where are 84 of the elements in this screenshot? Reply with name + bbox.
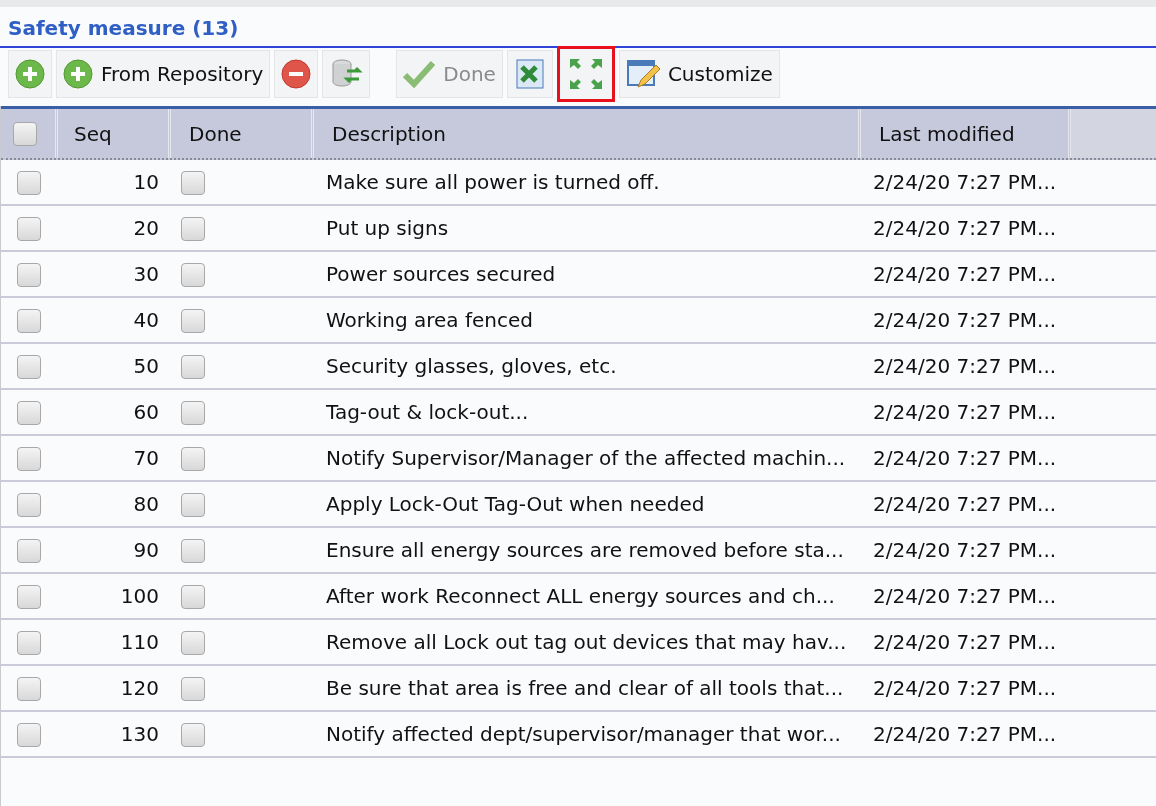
description-cell: Tag-out & lock-out... [326, 400, 529, 424]
done-checkbox[interactable] [181, 400, 205, 425]
row-checkbox[interactable] [17, 722, 41, 747]
column-header[interactable]: Done [171, 109, 314, 158]
done-checkbox[interactable] [181, 492, 205, 517]
row-checkbox[interactable] [17, 216, 41, 241]
seq-cell: 30 [133, 262, 159, 286]
seq-cell: 50 [133, 354, 159, 378]
row-checkbox[interactable] [17, 400, 41, 425]
done-checkbox[interactable] [181, 538, 205, 563]
last-modified-cell: 2/24/20 7:27 PM... [873, 354, 1057, 378]
done-checkbox[interactable] [181, 676, 205, 701]
last-modified-cell: 2/24/20 7:27 PM... [873, 538, 1057, 562]
done-checkbox[interactable] [181, 722, 205, 747]
minus-icon [281, 59, 312, 89]
description-cell: Put up signs [326, 216, 449, 240]
done-checkbox[interactable] [181, 308, 205, 333]
last-modified-cell: 2/24/20 7:27 PM... [873, 722, 1057, 746]
row-checkbox[interactable] [17, 262, 41, 287]
description-cell: Security glasses, gloves, etc. [326, 354, 617, 378]
row-checkbox[interactable] [17, 492, 41, 517]
column-header[interactable]: Description [314, 109, 861, 158]
column-header[interactable]: Seq [58, 109, 171, 158]
done-checkbox[interactable] [181, 584, 205, 609]
row-checkbox[interactable] [17, 446, 41, 471]
row-checkbox[interactable] [17, 170, 41, 195]
description-cell: Notify affected dept/supervisor/manager that wor... [326, 722, 841, 746]
select-all-checkbox[interactable] [13, 121, 37, 146]
last-modified-cell: 2/24/20 7:27 PM... [873, 170, 1057, 194]
row-checkbox[interactable] [17, 676, 41, 701]
last-modified-cell: 2/24/20 7:27 PM... [873, 492, 1057, 516]
description-cell: Remove all Lock out tag out devices that may hav... [326, 630, 847, 654]
checkmark-icon [403, 60, 436, 88]
last-modified-cell: 2/24/20 7:27 PM... [873, 308, 1057, 332]
add-button[interactable]: From Repository [56, 50, 271, 98]
plus-icon [63, 59, 93, 89]
description-cell: Notify Supervisor/Manager of the affected machin... [326, 446, 846, 470]
seq-cell: 110 [120, 630, 159, 654]
last-modified-cell: 2/24/20 7:27 PM... [873, 584, 1057, 608]
last-modified-cell: 2/24/20 7:27 PM... [873, 676, 1057, 700]
sync-button[interactable] [322, 50, 371, 98]
plus-icon [15, 59, 45, 89]
customize-button[interactable]: Customize [618, 50, 780, 98]
seq-cell: 130 [120, 722, 159, 746]
description-cell: Working area fenced [326, 308, 533, 332]
spreadsheet-button[interactable] [506, 50, 553, 98]
done-checkbox[interactable] [181, 354, 205, 379]
last-modified-cell: 2/24/20 7:27 PM... [873, 630, 1057, 654]
expand-button[interactable] [556, 46, 615, 102]
seq-cell: 80 [133, 492, 159, 516]
description-cell: After work Reconnect ALL energy sources and ch... [326, 584, 835, 608]
seq-cell: 100 [120, 584, 159, 608]
description-cell: Power sources secured [326, 262, 556, 286]
seq-cell: 90 [133, 538, 159, 562]
last-modified-cell: 2/24/20 7:27 PM... [873, 262, 1057, 286]
seq-cell: 20 [133, 216, 159, 240]
description-cell: Make sure all power is turned off. [326, 170, 660, 194]
add-button[interactable] [8, 50, 52, 98]
row-checkbox[interactable] [17, 630, 41, 655]
done-checkbox[interactable] [181, 170, 205, 195]
panel-title: Safety measure (13) [0, 7, 1156, 48]
row-checkbox[interactable] [17, 308, 41, 333]
last-modified-cell: 2/24/20 7:27 PM... [873, 216, 1057, 240]
row-checkbox[interactable] [17, 584, 41, 609]
done-checkbox[interactable] [181, 630, 205, 655]
expand-icon [567, 57, 604, 91]
done-checkbox[interactable] [181, 262, 205, 287]
last-modified-cell: 2/24/20 7:27 PM... [873, 400, 1057, 424]
spreadsheet-icon [513, 58, 546, 90]
description-cell: Ensure all energy sources are removed before sta... [326, 538, 844, 562]
row-checkbox[interactable] [17, 354, 41, 379]
seq-cell: 70 [133, 446, 159, 470]
seq-cell: 10 [133, 170, 159, 194]
row-checkbox[interactable] [17, 538, 41, 563]
seq-cell: 120 [120, 676, 159, 700]
description-cell: Be sure that area is free and clear of all tools that... [326, 676, 844, 700]
remove-button[interactable] [274, 50, 319, 98]
seq-cell: 40 [133, 308, 159, 332]
seq-cell: 60 [133, 400, 159, 424]
last-modified-cell: 2/24/20 7:27 PM... [873, 446, 1057, 470]
description-cell: Apply Lock-Out Tag-Out when needed [326, 492, 705, 516]
done-checkbox[interactable] [181, 446, 205, 471]
done-checkbox[interactable] [181, 216, 205, 241]
window-pencil-icon [625, 57, 660, 91]
